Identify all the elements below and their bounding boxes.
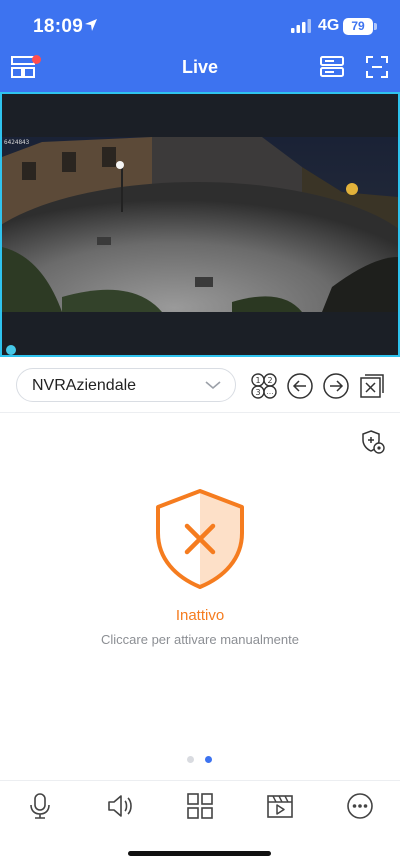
alarm-hint: Cliccare per attivare manualmente [101,632,299,647]
home-indicator[interactable] [128,851,271,856]
status-time: 18:09 [33,16,84,37]
device-list-icon[interactable] [320,55,344,79]
location-arrow-icon [85,19,97,31]
battery-level: 79 [343,18,373,35]
signal-icon [291,19,311,33]
previous-arrow-icon[interactable] [286,372,314,400]
device-name: NVRAziendale [32,377,137,394]
shield-settings-icon[interactable] [360,429,386,455]
speaker-icon[interactable] [106,792,134,820]
live-video-player[interactable]: 6424843 [0,92,400,357]
svg-text:1: 1 [255,376,260,385]
fullscreen-icon[interactable] [365,55,389,79]
camera-label: 6424843 [4,139,30,146]
svg-text:3: 3 [255,388,260,397]
divider [0,780,400,781]
shield-x-icon[interactable] [152,487,248,593]
alarm-status[interactable]: Inattivo [0,607,400,624]
clapperboard-icon[interactable] [266,792,294,820]
page-dot-1[interactable] [187,756,194,763]
grid-icon[interactable] [186,792,214,820]
chevron-down-icon [205,381,221,390]
battery-tip [374,23,377,30]
svg-text:2: 2 [267,376,272,385]
page-dot-2-active[interactable] [205,756,212,763]
next-arrow-icon[interactable] [322,372,350,400]
microphone-icon[interactable] [27,792,53,820]
window-indicator-dot [6,345,16,355]
camera-feed: 6424843 [2,137,398,312]
more-icon[interactable] [346,792,374,820]
svg-text:…: … [267,388,274,396]
channel-numbers-icon[interactable]: 1 2 3 … [250,372,278,400]
divider [0,412,400,413]
top-bar: 18:09 4G 79 Live [0,0,400,92]
device-selector[interactable]: NVRAziendale [16,368,236,402]
close-channel-icon[interactable] [358,372,386,400]
network-type: 4G [318,17,340,34]
